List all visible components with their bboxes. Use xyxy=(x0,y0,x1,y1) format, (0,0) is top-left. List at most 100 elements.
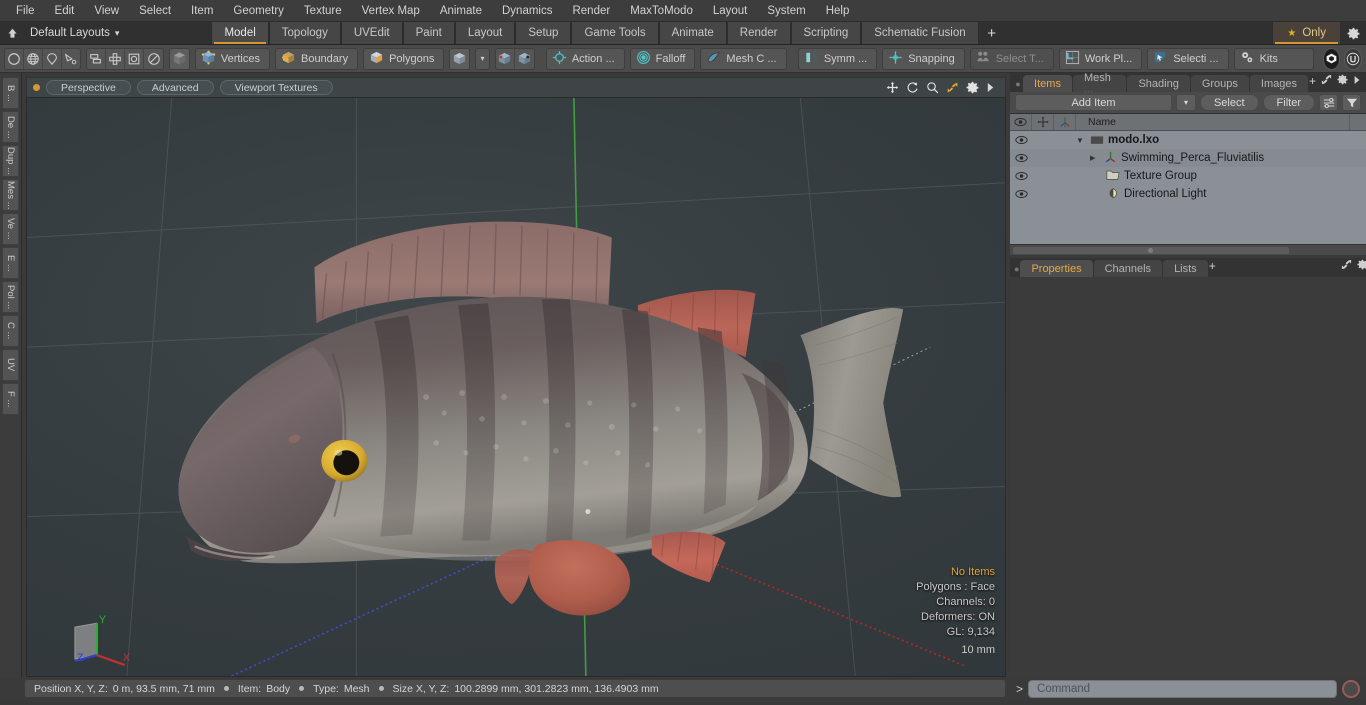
kits-button[interactable]: Kits xyxy=(1233,47,1314,70)
table-row[interactable]: ▼ modo.lxo xyxy=(1010,131,1366,149)
tree-item-directional-light[interactable]: Directional Light xyxy=(1076,187,1366,202)
filter-button[interactable]: Filter xyxy=(1262,94,1315,111)
tab-animate[interactable]: Animate xyxy=(658,22,727,44)
menu-item-render[interactable]: Render xyxy=(562,2,620,20)
left-tab-polygon[interactable]: Pol ... xyxy=(2,281,19,313)
table-row[interactable]: Directional Light xyxy=(1010,185,1366,203)
expander-icon[interactable]: ▼ xyxy=(1076,136,1086,145)
items-tree[interactable]: ▼ modo.lxo ▶ Swimming_Perca_Fluviatilis … xyxy=(1010,131,1366,244)
zoom-icon[interactable] xyxy=(926,81,939,94)
tab-images[interactable]: Images xyxy=(1249,75,1308,92)
left-tab-edge[interactable]: E ... xyxy=(2,247,19,279)
menu-item-layout[interactable]: Layout xyxy=(703,2,758,20)
tab-layout[interactable]: Layout xyxy=(454,22,516,44)
center-snap-icon[interactable] xyxy=(496,48,515,69)
record-icon[interactable] xyxy=(1342,679,1360,698)
menu-item-dynamics[interactable]: Dynamics xyxy=(492,2,562,20)
panel-arrow-icon[interactable] xyxy=(1353,72,1361,90)
cube-icon[interactable] xyxy=(450,48,470,69)
left-tab-vertex[interactable]: Ve ... xyxy=(2,213,19,245)
tree-item-mesh[interactable]: ▶ Swimming_Perca_Fluviatilis xyxy=(1076,151,1366,166)
properties-menu-dot-icon[interactable]: ● xyxy=(1014,260,1019,277)
panel-gear-icon[interactable] xyxy=(1357,257,1366,275)
left-tab-mesh[interactable]: Mes ... xyxy=(2,179,19,211)
only-toggle[interactable]: ★ Only xyxy=(1272,22,1340,44)
tab-mesh[interactable]: Mesh ... xyxy=(1072,72,1127,96)
snapping-button[interactable]: Snapping xyxy=(882,47,965,70)
tab-topology[interactable]: Topology xyxy=(268,22,341,44)
viewport-3d[interactable]: Y Z X No Items Polygons : Face Channels:… xyxy=(26,97,1006,677)
tab-paint[interactable]: Paint xyxy=(402,22,455,44)
tab-setup[interactable]: Setup xyxy=(515,22,572,44)
cube-mode-dropdown[interactable]: ▾ xyxy=(475,47,490,70)
row-visibility-icon[interactable] xyxy=(1010,135,1032,145)
left-tab-deform[interactable]: De ... xyxy=(2,111,19,143)
tree-item-scene[interactable]: ▼ modo.lxo xyxy=(1076,133,1366,148)
tab-groups[interactable]: Groups xyxy=(1190,75,1249,92)
menu-item-system[interactable]: System xyxy=(757,2,815,20)
expand-icon[interactable] xyxy=(1321,72,1332,90)
gear-icon[interactable] xyxy=(1340,22,1366,44)
tab-schematic-fusion[interactable]: Schematic Fusion xyxy=(861,22,979,44)
menu-item-animate[interactable]: Animate xyxy=(430,2,492,20)
select-through-button[interactable]: Select T... xyxy=(969,47,1054,70)
scrollbar-thumb[interactable] xyxy=(1012,245,1290,255)
menu-item-vertex-map[interactable]: Vertex Map xyxy=(352,2,430,20)
mode-boundary-button[interactable]: Boundary xyxy=(274,47,359,70)
tab-game-tools[interactable]: Game Tools xyxy=(571,22,659,44)
tree-item-texture-group[interactable]: Texture Group xyxy=(1076,169,1366,184)
tab-items[interactable]: Items xyxy=(1023,75,1072,92)
lasso-select-icon[interactable] xyxy=(43,48,62,69)
home-icon[interactable] xyxy=(0,22,24,44)
menu-item-item[interactable]: Item xyxy=(181,2,223,20)
mode-polygons-button[interactable]: Polygons xyxy=(363,47,445,70)
panel-menu-dot-icon[interactable]: ● xyxy=(1014,75,1022,92)
expander-icon[interactable]: ▶ xyxy=(1090,154,1100,162)
menu-item-maxtomodo[interactable]: MaxToModo xyxy=(620,2,703,20)
row-visibility-icon[interactable] xyxy=(1010,153,1032,163)
items-tree-hscrollbar[interactable] xyxy=(1010,244,1366,255)
mesh-constraint-button[interactable]: Mesh C ... xyxy=(700,47,787,70)
table-row[interactable]: ▶ Swimming_Perca_Fluviatilis xyxy=(1010,149,1366,167)
add-panel-tab-button[interactable]: + xyxy=(1309,74,1316,88)
tab-uvedit[interactable]: UVEdit xyxy=(340,22,403,44)
element-scale-icon[interactable] xyxy=(125,48,145,69)
mode-vertices-button[interactable]: Vertices xyxy=(194,47,270,70)
element-transform-icon[interactable] xyxy=(144,49,163,69)
action-center-button[interactable]: Action ... xyxy=(545,47,625,70)
fit-icon[interactable] xyxy=(946,81,959,94)
table-row[interactable]: Texture Group xyxy=(1010,167,1366,185)
menu-item-file[interactable]: File xyxy=(6,2,45,20)
tab-lists[interactable]: Lists xyxy=(1163,260,1208,277)
viewport-textures-dropdown[interactable]: Viewport Textures xyxy=(219,80,333,95)
item-mode-icon[interactable] xyxy=(169,48,189,69)
element-rotate-icon[interactable] xyxy=(106,48,126,69)
row-visibility-icon[interactable] xyxy=(1010,189,1032,199)
add-tab-button[interactable]: + xyxy=(978,22,1005,44)
globe-select-icon[interactable] xyxy=(24,48,43,69)
symmetry-button[interactable]: Symm ... xyxy=(797,47,878,70)
viewport-gear-icon[interactable] xyxy=(966,81,979,94)
row-visibility-icon[interactable] xyxy=(1010,171,1032,181)
menu-item-edit[interactable]: Edit xyxy=(45,2,85,20)
list-options-icon[interactable] xyxy=(1319,94,1338,111)
left-tab-duplicate[interactable]: Dup ... xyxy=(2,145,19,177)
add-item-button[interactable]: Add Item xyxy=(1015,94,1172,111)
falloff-button[interactable]: Falloff xyxy=(629,47,696,70)
menu-item-texture[interactable]: Texture xyxy=(294,2,352,20)
menu-item-select[interactable]: Select xyxy=(129,2,181,20)
expand-icon[interactable] xyxy=(1341,257,1352,275)
left-tab-uv[interactable]: UV xyxy=(2,349,19,381)
left-tab-curve[interactable]: C ... xyxy=(2,315,19,347)
transform-icon[interactable] xyxy=(1032,114,1054,130)
paint-select-icon[interactable] xyxy=(62,49,81,69)
axis-snap-icon[interactable] xyxy=(515,49,534,69)
eye-icon[interactable] xyxy=(1010,114,1032,130)
funnel-icon[interactable] xyxy=(1342,94,1361,111)
left-tab-fusion[interactable]: F ... xyxy=(2,383,19,415)
tab-render[interactable]: Render xyxy=(726,22,791,44)
work-plane-button[interactable]: Work Pl... xyxy=(1058,47,1143,70)
default-layouts-dropdown[interactable]: Default Layouts ▾ xyxy=(24,22,132,44)
element-move-icon[interactable] xyxy=(87,48,107,69)
pan-icon[interactable] xyxy=(886,81,899,94)
